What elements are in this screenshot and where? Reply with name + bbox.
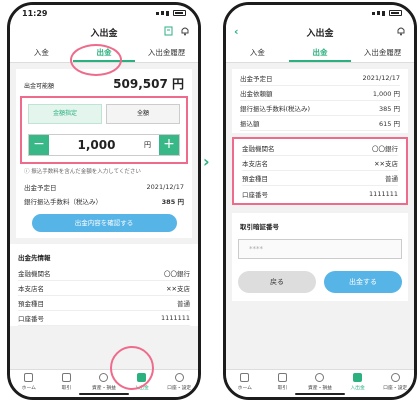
signal-battery-icon [372, 10, 402, 16]
bank-info-highlight: 金融機関名 〇〇銀行 本支店名 ✕✕支店 預金種目 普通 口座番号 1111111 [232, 137, 408, 205]
tab-withdraw[interactable]: 出金 [288, 43, 352, 62]
tabbar-settings[interactable]: 口座・設定 [376, 370, 414, 393]
list-item: 振込額 615 円 [240, 116, 400, 131]
gear-icon [174, 372, 184, 382]
date-value: 2021/12/17 [146, 183, 184, 191]
chart-icon [99, 372, 109, 382]
highlight-circle-withdraw-tab [70, 44, 122, 76]
tabbar-trade[interactable]: 取引 [264, 370, 302, 393]
tab-deposit[interactable]: 入金 [226, 43, 289, 62]
gear-icon [390, 372, 400, 382]
tab-bar: 入金 出金 入出金履歴 [226, 43, 414, 63]
wallet-icon [353, 372, 363, 382]
fee-note: ⓘ 振込手数料を含んだ金額を入力してください [24, 169, 141, 175]
trade-icon [277, 372, 287, 382]
nav-bar: ‹ 入出金 [226, 21, 414, 43]
tabbar-assets[interactable]: 資産・損益 [301, 370, 339, 393]
minus-button[interactable]: − [29, 135, 49, 155]
tabbar-home[interactable]: ホーム [10, 370, 48, 393]
list-item: 口座番号 1111111 [242, 189, 398, 199]
list-item: 銀行振込手数料(税込み) 385 円 [240, 101, 400, 116]
back-chevron-icon[interactable]: ‹ [234, 25, 239, 38]
list-item: 預金種目 普通 [18, 296, 190, 311]
date-label: 出金予定日 [24, 184, 57, 192]
home-icon [240, 372, 250, 382]
full-amount-button[interactable]: 全額 [106, 104, 180, 124]
trade-icon [61, 372, 71, 382]
list-item: 本支店名 ✕✕支店 [242, 156, 398, 171]
confirm-withdraw-button[interactable]: 出金内容を確認する [31, 214, 177, 232]
tabbar-trade[interactable]: 取引 [48, 370, 86, 393]
bell-icon[interactable] [180, 26, 190, 36]
list-item: 金融機関名 〇〇銀行 [18, 266, 190, 281]
amount-stepper: − 1,000 円 + [28, 134, 180, 156]
bell-icon[interactable] [396, 26, 406, 36]
clock: 11:29 [22, 8, 48, 18]
tabbar-deposit-withdraw[interactable]: 入出金 [339, 370, 377, 393]
plus-button[interactable]: + [159, 135, 179, 155]
chevron-right-icon: › [203, 152, 210, 171]
list-item: 出金予定日 2021/12/17 [240, 71, 400, 86]
document-edit-icon[interactable] [164, 26, 174, 36]
list-item: 出金依頼額 1,000 円 [240, 86, 400, 101]
page-title: 入出金 [90, 28, 118, 39]
amount-mode-toggle: 金額指定 全額 [22, 98, 186, 130]
back-button[interactable]: 戻る [238, 271, 316, 293]
list-item: 金融機関名 〇〇銀行 [242, 141, 398, 156]
tab-history[interactable]: 入出金履歴 [351, 43, 414, 62]
amount-value[interactable]: 1,000 [49, 138, 144, 152]
home-indicator [79, 393, 129, 395]
highlight-circle-tabbar [110, 346, 154, 390]
phone-withdraw-confirm: ‹ 入出金 入金 出金 入出金履歴 出金予定日 2021/12/17 出金依頼額 1… [223, 2, 417, 400]
list-item: 口座番号 1111111 [18, 311, 190, 326]
destination-list: 金融機関名 〇〇銀行 本支店名 ✕✕支店 預金種目 普通 口座番号 1111111 [10, 266, 198, 326]
nav-bar: 入出金 [10, 21, 198, 43]
home-indicator [295, 393, 345, 395]
tabbar-home[interactable]: ホーム [226, 370, 264, 393]
tab-history[interactable]: 入出金履歴 [135, 43, 198, 62]
fee-value: 385 円 [161, 198, 184, 206]
specified-amount-button[interactable]: 金額指定 [28, 104, 102, 124]
withdraw-summary: 出金予定日 2021/12/17 出金依頼額 1,000 円 銀行振込手数料(税込み… [232, 69, 408, 133]
tab-deposit[interactable]: 入金 [10, 43, 73, 62]
status-bar [226, 5, 414, 21]
signal-battery-icon [156, 10, 186, 16]
pin-input[interactable]: **** [238, 239, 402, 259]
submit-withdraw-button[interactable]: 出金する [324, 271, 402, 293]
chart-icon [315, 372, 325, 382]
pin-title: 取引暗証番号 [232, 217, 408, 235]
page-title: 入出金 [306, 28, 334, 39]
pin-card: 取引暗証番号 **** 戻る 出金する [232, 213, 408, 301]
list-item: 本支店名 ✕✕支店 [18, 281, 190, 296]
destination-title: 出金先情報 [10, 244, 198, 266]
fee-label: 銀行振込手数料（税込み） [24, 198, 102, 206]
tabbar-settings[interactable]: 口座・設定 [160, 370, 198, 393]
status-bar: 11:29 [10, 5, 198, 21]
home-icon [24, 372, 34, 382]
list-item: 預金種目 普通 [242, 171, 398, 186]
amount-input-highlight: 金額指定 全額 − 1,000 円 + [20, 96, 188, 164]
